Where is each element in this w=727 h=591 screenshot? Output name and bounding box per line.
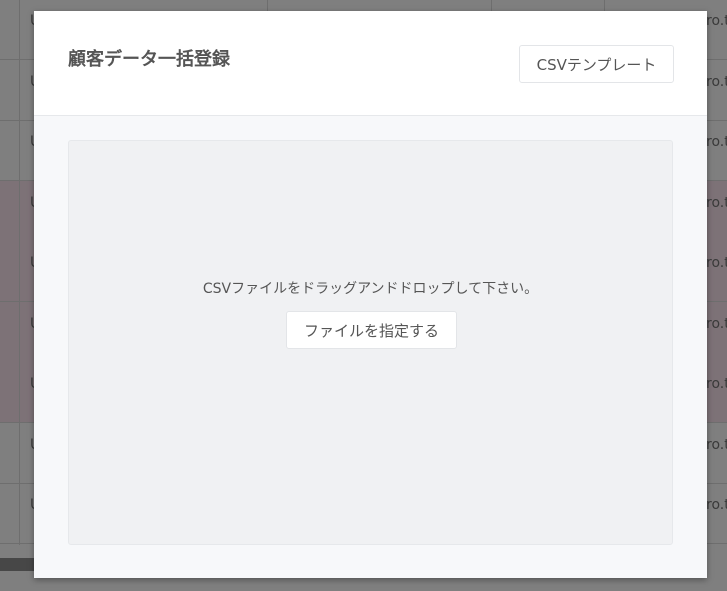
- cell: ro.t: [706, 194, 727, 211]
- cell: ro.t: [706, 13, 727, 29]
- csv-template-button[interactable]: CSVテンプレート: [519, 45, 674, 83]
- column-divider: [19, 0, 20, 545]
- csv-dropzone[interactable]: CSVファイルをドラッグアンドドロップして下さい。 ファイルを指定する: [68, 140, 673, 545]
- cell: ro.t: [706, 315, 727, 332]
- modal-title: 顧客データ一括登録: [68, 49, 230, 70]
- cell: ro.t: [706, 73, 727, 90]
- cell: ro.t: [706, 497, 727, 513]
- dropzone-text: CSVファイルをドラッグアンドドロップして下さい。: [202, 281, 539, 297]
- select-file-button[interactable]: ファイルを指定する: [286, 311, 457, 349]
- cell: ro.t: [706, 436, 727, 453]
- cell: ro.t: [706, 134, 727, 150]
- cell: ro.t: [706, 255, 727, 271]
- modal-header: 顧客データ一括登録 CSVテンプレート: [34, 11, 707, 116]
- bulk-import-modal: 顧客データ一括登録 CSVテンプレート CSVファイルをドラッグアンドドロップし…: [34, 11, 707, 578]
- cell: ro.t: [706, 376, 727, 392]
